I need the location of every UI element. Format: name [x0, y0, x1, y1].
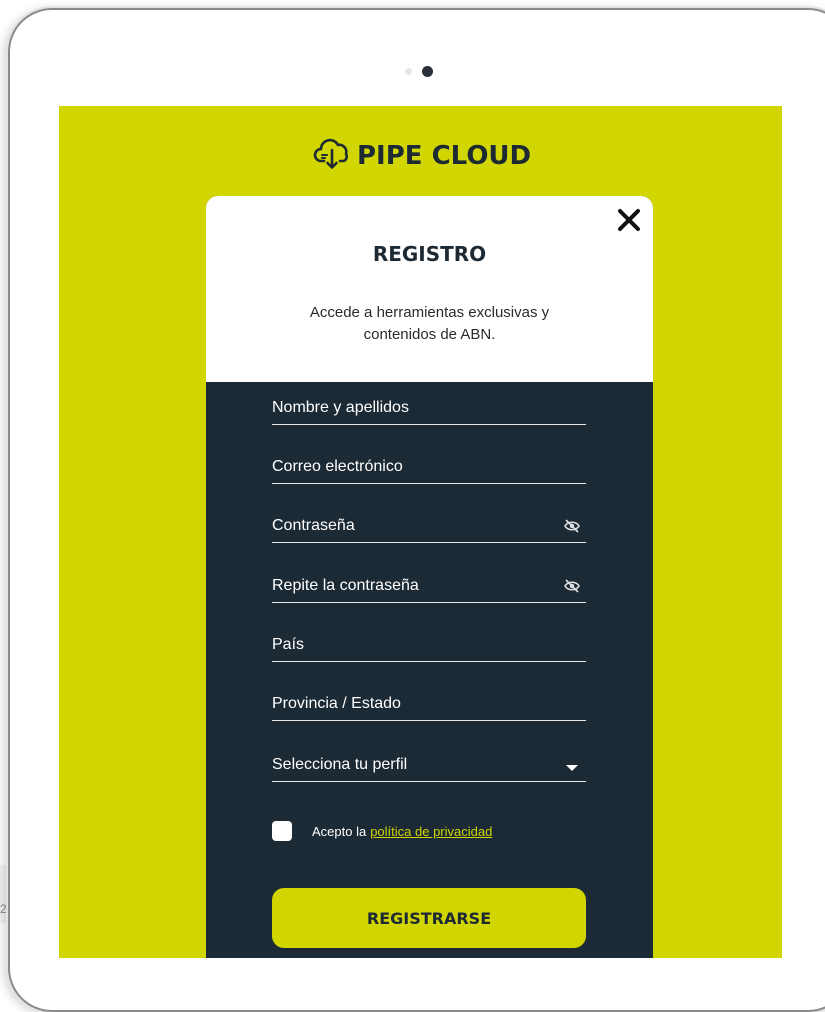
privacy-label: Acepto la	[312, 823, 367, 839]
modal-subtitle: Accede a herramientas exclusivas y conte…	[309, 304, 550, 343]
register-modal: REGISTRO Accede a herramientas exclusiva…	[206, 196, 653, 958]
modal-title: REGISTRO	[372, 242, 487, 266]
close-icon	[618, 209, 640, 231]
privacy-policy-link[interactable]: política de privacidad	[370, 824, 492, 839]
repeat-password-input[interactable]	[272, 572, 562, 600]
country-input[interactable]	[272, 631, 562, 659]
cloud-download-icon	[313, 134, 353, 179]
password-field	[272, 512, 586, 543]
app-screen: PIPE CLOUD REGISTRO Accede a herramienta…	[59, 106, 782, 958]
chevron-down-icon	[566, 765, 578, 771]
brand-logo: PIPE CLOUD	[313, 136, 531, 176]
email-input[interactable]	[272, 453, 562, 481]
profile-select[interactable]	[272, 751, 586, 782]
country-field	[272, 631, 586, 662]
province-input[interactable]	[272, 690, 562, 718]
close-button[interactable]	[615, 206, 643, 234]
brand-name: PIPE CLOUD	[357, 141, 532, 171]
repeat-password-field	[272, 572, 586, 603]
email-field	[272, 453, 586, 484]
province-field	[272, 690, 586, 721]
register-button[interactable]: REGISTRARSE	[272, 888, 586, 948]
sensor-dot	[405, 68, 412, 75]
camera-dot	[422, 66, 433, 77]
eye-off-icon[interactable]	[564, 579, 580, 593]
name-field	[272, 394, 586, 425]
eye-off-icon[interactable]	[564, 519, 580, 533]
password-input[interactable]	[272, 512, 562, 540]
modal-header: REGISTRO Accede a herramientas exclusiva…	[206, 196, 653, 382]
privacy-row: Acepto la política de privacidad	[272, 820, 492, 842]
profile-select-value[interactable]	[272, 751, 562, 779]
privacy-checkbox[interactable]	[272, 821, 292, 841]
name-input[interactable]	[272, 394, 562, 422]
